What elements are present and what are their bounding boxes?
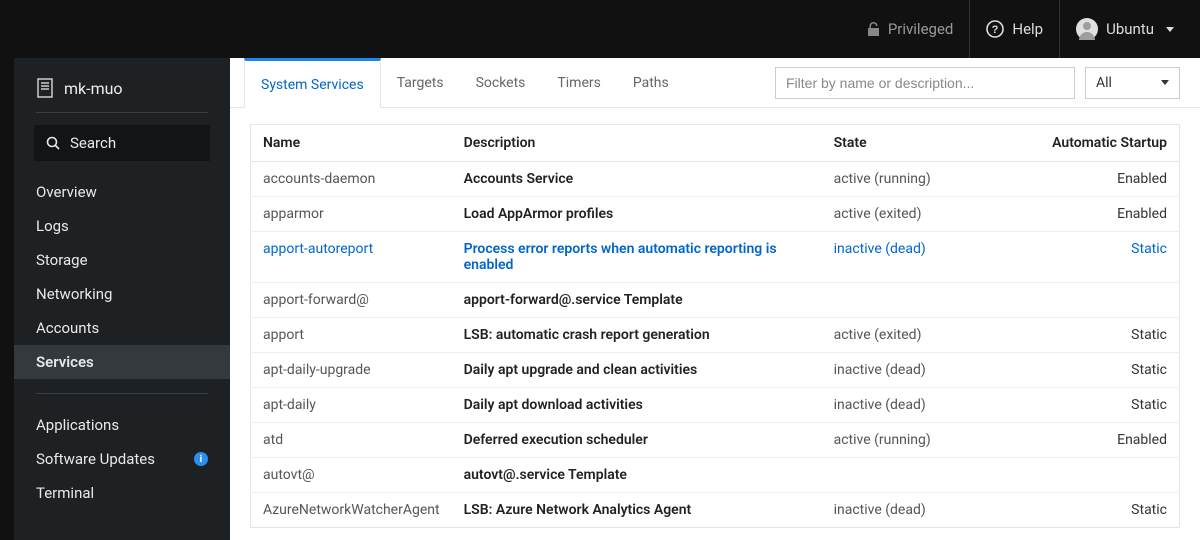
service-description: Deferred execution scheduler <box>452 423 822 458</box>
tab-system-services[interactable]: System Services <box>244 58 381 108</box>
th-state[interactable]: State <box>822 125 1040 162</box>
service-description: Process error reports when automatic rep… <box>452 232 822 283</box>
filter-select[interactable]: All <box>1085 67 1180 99</box>
service-name: apport-autoreport <box>251 232 452 283</box>
th-startup[interactable]: Automatic Startup <box>1040 125 1180 162</box>
service-description: Daily apt download activities <box>452 388 822 423</box>
service-name: apport <box>251 318 452 353</box>
help-button[interactable]: ? Help <box>970 0 1059 58</box>
sidebar-item-label: Applications <box>36 416 119 434</box>
service-name: autovt@ <box>251 458 452 493</box>
info-icon: i <box>194 452 208 466</box>
filter-input[interactable] <box>775 67 1075 99</box>
help-icon: ? <box>986 20 1004 38</box>
service-startup: Static <box>1040 388 1180 423</box>
table-row[interactable]: accounts-daemonAccounts Serviceactive (r… <box>251 162 1180 197</box>
table-row[interactable]: apport-autoreportProcess error reports w… <box>251 232 1180 283</box>
table-row[interactable]: apt-dailyDaily apt download activitiesin… <box>251 388 1180 423</box>
tab-targets[interactable]: Targets <box>381 58 460 107</box>
service-name: apt-daily-upgrade <box>251 353 452 388</box>
toolbar: System ServicesTargetsSocketsTimersPaths… <box>230 58 1200 108</box>
service-description: autovt@.service Template <box>452 458 822 493</box>
content: System ServicesTargetsSocketsTimersPaths… <box>230 58 1200 540</box>
table-row[interactable]: atdDeferred execution scheduleractive (r… <box>251 423 1180 458</box>
host-name: mk-muo <box>64 79 123 98</box>
privileged-indicator[interactable]: Privileged <box>851 0 970 58</box>
search-label: Search <box>70 134 116 152</box>
service-startup: Enabled <box>1040 423 1180 458</box>
service-startup: Static <box>1040 353 1180 388</box>
chevron-down-icon <box>1166 27 1174 32</box>
sidebar-item-networking[interactable]: Networking <box>14 277 230 311</box>
service-state <box>822 458 1040 493</box>
chevron-down-icon <box>1161 80 1169 85</box>
sidebar-item-terminal[interactable]: Terminal <box>14 476 230 510</box>
th-description[interactable]: Description <box>452 125 822 162</box>
service-state: active (running) <box>822 162 1040 197</box>
service-state: active (exited) <box>822 318 1040 353</box>
tab-sockets[interactable]: Sockets <box>460 58 542 107</box>
service-state: active (running) <box>822 423 1040 458</box>
search-input[interactable]: Search <box>34 125 210 161</box>
sidebar-item-logs[interactable]: Logs <box>14 209 230 243</box>
sidebar-item-label: Software Updates <box>36 450 155 468</box>
service-description: LSB: automatic crash report generation <box>452 318 822 353</box>
service-startup: Enabled <box>1040 162 1180 197</box>
user-menu[interactable]: Ubuntu <box>1060 0 1190 58</box>
help-label: Help <box>1012 20 1043 38</box>
sidebar-item-storage[interactable]: Storage <box>14 243 230 277</box>
privileged-label: Privileged <box>888 20 954 38</box>
sidebar-item-accounts[interactable]: Accounts <box>14 311 230 345</box>
filter-select-label: All <box>1096 75 1112 91</box>
tab-paths[interactable]: Paths <box>617 58 685 107</box>
service-name: apparmor <box>251 197 452 232</box>
service-startup <box>1040 283 1180 318</box>
service-description: LSB: Azure Network Analytics Agent <box>452 493 822 528</box>
service-startup: Enabled <box>1040 197 1180 232</box>
service-startup: Static <box>1040 493 1180 528</box>
service-state: active (exited) <box>822 197 1040 232</box>
svg-text:?: ? <box>992 24 999 36</box>
username-label: Ubuntu <box>1106 20 1154 38</box>
sidebar-item-services[interactable]: Services <box>14 345 230 379</box>
avatar <box>1076 18 1098 40</box>
table-row[interactable]: apparmorLoad AppArmor profilesactive (ex… <box>251 197 1180 232</box>
service-name: AzureNetworkWatcherAgent <box>251 493 452 528</box>
sidebar-item-software-updates[interactable]: Software Updates i <box>14 442 230 476</box>
table-row[interactable]: apt-daily-upgradeDaily apt upgrade and c… <box>251 353 1180 388</box>
table-row[interactable]: autovt@autovt@.service Template <box>251 458 1180 493</box>
sidebar-item-overview[interactable]: Overview <box>14 175 230 209</box>
sidebar: mk-muo Search OverviewLogsStorageNetwork… <box>0 58 230 540</box>
service-name: apt-daily <box>251 388 452 423</box>
service-startup: Static <box>1040 232 1180 283</box>
tabs: System ServicesTargetsSocketsTimersPaths <box>244 58 685 107</box>
unlock-icon <box>867 22 880 37</box>
service-startup: Static <box>1040 318 1180 353</box>
service-description: Load AppArmor profiles <box>452 197 822 232</box>
service-name: apport-forward@ <box>251 283 452 318</box>
table-row[interactable]: apportLSB: automatic crash report genera… <box>251 318 1180 353</box>
service-state: inactive (dead) <box>822 232 1040 283</box>
service-state: inactive (dead) <box>822 388 1040 423</box>
service-name: accounts-daemon <box>251 162 452 197</box>
tab-timers[interactable]: Timers <box>541 58 616 107</box>
table-row[interactable]: AzureNetworkWatcherAgentLSB: Azure Netwo… <box>251 493 1180 528</box>
service-name: atd <box>251 423 452 458</box>
service-state: inactive (dead) <box>822 493 1040 528</box>
service-state: inactive (dead) <box>822 353 1040 388</box>
service-description: Daily apt upgrade and clean activities <box>452 353 822 388</box>
server-icon <box>36 78 54 98</box>
services-table: Name Description State Automatic Startup… <box>250 124 1180 528</box>
topbar: Privileged ? Help Ubuntu <box>0 0 1200 58</box>
service-state <box>822 283 1040 318</box>
th-name[interactable]: Name <box>251 125 452 162</box>
search-icon <box>46 136 60 150</box>
service-startup <box>1040 458 1180 493</box>
sidebar-item-applications[interactable]: Applications <box>14 408 230 442</box>
table-row[interactable]: apport-forward@apport-forward@.service T… <box>251 283 1180 318</box>
service-description: apport-forward@.service Template <box>452 283 822 318</box>
host-header[interactable]: mk-muo <box>14 78 230 112</box>
service-description: Accounts Service <box>452 162 822 197</box>
sidebar-item-label: Terminal <box>36 484 94 502</box>
